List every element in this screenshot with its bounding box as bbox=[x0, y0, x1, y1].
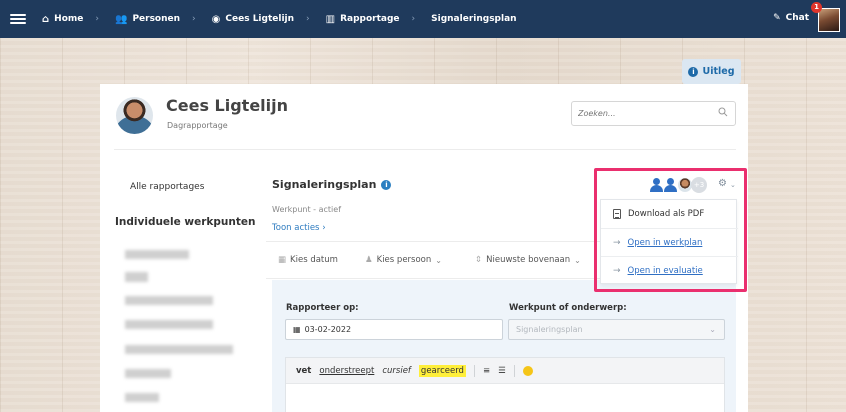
topic-label: Werkpunt of onderwerp: bbox=[509, 303, 627, 313]
sort-select-label: Nieuwste bovenaan bbox=[486, 255, 571, 265]
breadcrumb-person-label: Cees Ligtelijn bbox=[225, 14, 295, 24]
bullet-list-icon[interactable]: ☰ bbox=[498, 366, 506, 376]
section-title: Signaleringsplan i bbox=[272, 178, 392, 191]
date-field[interactable]: ▦ 03-02-2022 bbox=[285, 319, 503, 340]
underline-button[interactable]: onderstreept bbox=[319, 366, 374, 376]
more-participants-count: +3 bbox=[691, 177, 707, 193]
people-icon: 👥 bbox=[114, 13, 128, 25]
open-in-evaluation-label: Open in evaluatie bbox=[627, 265, 703, 276]
uitleg-button[interactable]: i Uitleg bbox=[682, 59, 741, 84]
topic-select-value: Signaleringsplan bbox=[516, 325, 583, 334]
redacted-list-item[interactable] bbox=[125, 250, 189, 259]
user-avatar[interactable] bbox=[818, 8, 840, 32]
arrow-right-icon: → bbox=[613, 265, 621, 276]
breadcrumb-personen-label: Personen bbox=[132, 14, 181, 24]
open-in-workplan-label: Open in werkplan bbox=[627, 237, 703, 248]
breadcrumb-separator: › bbox=[411, 14, 416, 24]
person-filter[interactable]: ♟ Kies persoon ⌄ bbox=[365, 255, 442, 265]
pdf-icon bbox=[613, 209, 621, 219]
editor-toolbar: vet onderstreept cursief gearceerd ≡ ☰ bbox=[286, 358, 724, 384]
breadcrumb-current-label: Signaleringsplan bbox=[431, 14, 517, 24]
emoji-icon[interactable] bbox=[522, 365, 533, 376]
ordered-list-icon[interactable]: ≡ bbox=[483, 366, 490, 376]
sort-select[interactable]: ⇕ Nieuwste bovenaan ⌄ bbox=[475, 255, 581, 265]
date-filter-label: Kies datum bbox=[290, 255, 338, 265]
user-avatar-icon: ◉ bbox=[211, 13, 221, 25]
chat-label: Chat bbox=[785, 13, 809, 23]
text-editor[interactable]: vet onderstreept cursief gearceerd ≡ ☰ bbox=[285, 357, 725, 412]
redacted-list-item[interactable] bbox=[125, 393, 159, 402]
open-in-evaluation-item[interactable]: → Open in evaluatie bbox=[601, 256, 738, 284]
toolbar-divider bbox=[473, 364, 475, 377]
search-icon[interactable] bbox=[718, 107, 728, 120]
home-icon: ⌂ bbox=[42, 13, 50, 25]
toggle-actions-label: Toon acties bbox=[272, 223, 320, 233]
work-item-status: Werkpunt - actief bbox=[272, 205, 342, 214]
breadcrumb-current: Signaleringsplan bbox=[431, 14, 516, 24]
download-pdf-label: Download als PDF bbox=[628, 209, 705, 219]
all-reports-link[interactable]: Alle rapportages bbox=[130, 182, 204, 192]
chevron-right-icon: › bbox=[322, 223, 326, 233]
date-filter[interactable]: ▦ Kies datum bbox=[278, 255, 338, 265]
breadcrumb-personen[interactable]: 👥 Personen bbox=[115, 14, 180, 25]
breadcrumb-home-label: Home bbox=[54, 14, 84, 24]
redacted-list-item[interactable] bbox=[125, 296, 213, 305]
report-on-label: Rapporteer op: bbox=[286, 303, 359, 313]
breadcrumb-rapportage[interactable]: ▥ Rapportage bbox=[326, 14, 400, 25]
search-input[interactable] bbox=[572, 102, 702, 125]
chat-button[interactable]: ✎ Chat bbox=[773, 13, 809, 23]
bar-chart-icon: ▥ bbox=[325, 13, 336, 25]
uitleg-label: Uitleg bbox=[702, 66, 735, 77]
toolbar-divider bbox=[513, 364, 515, 377]
breadcrumb-rapportage-label: Rapportage bbox=[340, 14, 400, 24]
header-divider bbox=[114, 149, 736, 150]
breadcrumb-person[interactable]: ◉ Cees Ligtelijn bbox=[212, 14, 294, 25]
hamburger-menu-icon[interactable] bbox=[10, 14, 26, 24]
date-field-value: 03-02-2022 bbox=[304, 325, 352, 334]
topic-select[interactable]: Signaleringsplan ⌄ bbox=[508, 319, 725, 340]
open-in-workplan-item[interactable]: → Open in werkplan bbox=[601, 228, 738, 256]
individual-items-heading: Individuele werkpunten bbox=[115, 216, 256, 228]
chevron-down-icon[interactable]: ⌄ bbox=[730, 181, 736, 189]
breadcrumb-separator: › bbox=[306, 14, 310, 24]
breadcrumb-home[interactable]: ⌂ Home bbox=[42, 14, 83, 25]
redacted-list-item[interactable] bbox=[125, 345, 233, 354]
report-form-panel: Rapporteer op: ▦ 03-02-2022 Werkpunt of … bbox=[272, 280, 736, 412]
arrow-right-icon: → bbox=[613, 237, 621, 248]
highlight-button[interactable]: gearceerd bbox=[418, 364, 466, 377]
calendar-icon: ▦ bbox=[278, 255, 287, 265]
gear-icon[interactable]: ⚙ bbox=[718, 178, 727, 189]
notification-badge: 1 bbox=[811, 2, 822, 13]
section-title-text: Signaleringsplan bbox=[272, 178, 377, 191]
person-filter-label: Kies persoon bbox=[376, 255, 432, 265]
avatar bbox=[116, 97, 153, 134]
person-icon: ♟ bbox=[365, 255, 373, 265]
person-icon bbox=[650, 178, 663, 192]
toggle-actions-link[interactable]: Toon acties › bbox=[272, 223, 326, 233]
breadcrumb-separator: › bbox=[192, 14, 196, 24]
chevron-down-icon: ⌄ bbox=[435, 255, 442, 265]
breadcrumb-separator: › bbox=[95, 14, 99, 24]
participants[interactable]: +3 bbox=[650, 177, 707, 193]
search-field[interactable] bbox=[571, 101, 736, 126]
person-icon bbox=[664, 178, 677, 192]
page-subtitle: Dagrapportage bbox=[167, 121, 228, 130]
redacted-list-item[interactable] bbox=[125, 320, 213, 329]
redacted-list-item[interactable] bbox=[125, 272, 148, 282]
chat-icon: ✎ bbox=[773, 13, 781, 23]
chevron-down-icon: ⌄ bbox=[574, 255, 581, 265]
chevron-down-icon: ⌄ bbox=[709, 325, 716, 334]
info-icon[interactable]: i bbox=[381, 179, 392, 190]
person-name: Cees Ligtelijn bbox=[166, 96, 289, 115]
participant-avatar bbox=[678, 178, 692, 192]
actions-dropdown: Download als PDF → Open in werkplan → Op… bbox=[600, 199, 738, 284]
bold-button[interactable]: vet bbox=[296, 366, 311, 376]
sort-icon: ⇕ bbox=[475, 255, 483, 265]
info-icon: i bbox=[688, 66, 699, 77]
calendar-icon: ▦ bbox=[293, 325, 301, 334]
redacted-list-item[interactable] bbox=[125, 369, 171, 378]
top-navigation-bar: ⌂ Home › 👥 Personen › ◉ Cees Ligtelijn ›… bbox=[0, 0, 846, 38]
italic-button[interactable]: cursief bbox=[382, 366, 411, 376]
download-pdf-item[interactable]: Download als PDF bbox=[601, 200, 738, 228]
